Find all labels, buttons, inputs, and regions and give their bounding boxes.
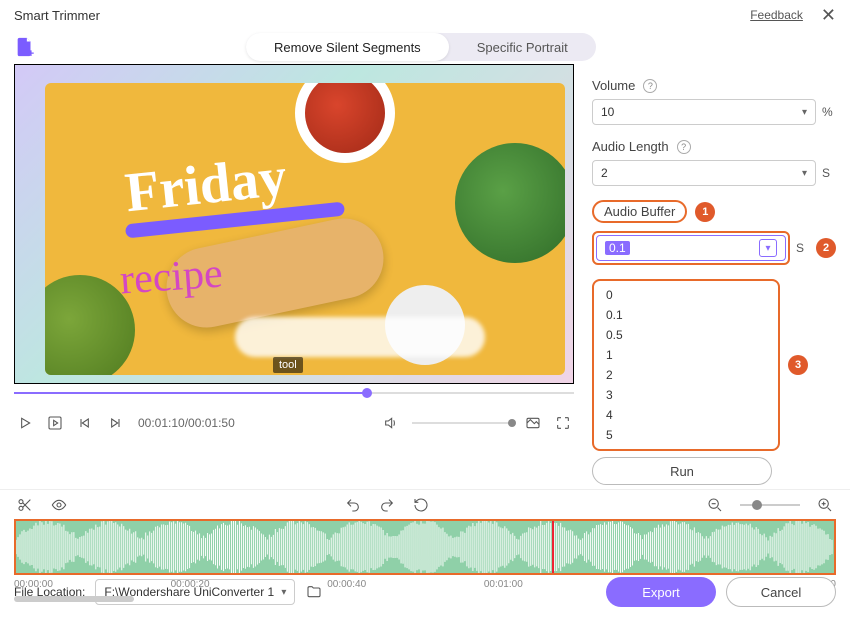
eye-icon[interactable] xyxy=(50,496,68,514)
tool-tag: tool xyxy=(273,357,303,373)
volume-select[interactable]: 10 ▾ xyxy=(592,99,816,125)
volume-label: Volume xyxy=(592,78,635,93)
volume-unit: % xyxy=(822,105,836,119)
audio-buffer-label: Audio Buffer xyxy=(592,200,687,223)
audio-buffer-select[interactable]: 0.1 ▾ xyxy=(596,235,786,261)
dropdown-option[interactable]: 0.1 xyxy=(596,305,776,325)
file-location-label: File Location: xyxy=(14,585,85,599)
file-location-value: F:\Wondershare UniConverter 1 xyxy=(104,585,274,599)
audio-length-select[interactable]: 2 ▾ xyxy=(592,160,816,186)
audio-length-label: Audio Length xyxy=(592,139,669,154)
dropdown-option[interactable]: 3 xyxy=(596,385,776,405)
undo-icon[interactable] xyxy=(344,496,362,514)
volume-slider[interactable] xyxy=(412,422,512,424)
svg-text:+: + xyxy=(28,48,34,58)
fullscreen-icon[interactable] xyxy=(554,414,572,432)
zoom-out-icon[interactable] xyxy=(706,496,724,514)
mode-tabs: Remove Silent Segments Specific Portrait xyxy=(246,33,596,61)
export-button[interactable]: Export xyxy=(606,577,716,607)
chevron-down-icon: ▾ xyxy=(802,107,807,118)
dropdown-option[interactable]: 1 xyxy=(596,345,776,365)
dropdown-option[interactable]: 5 xyxy=(596,425,776,445)
reset-icon[interactable] xyxy=(412,496,430,514)
chevron-down-icon: ▾ xyxy=(281,587,286,598)
playhead[interactable] xyxy=(552,519,554,575)
open-folder-icon[interactable] xyxy=(305,584,323,600)
play-icon[interactable] xyxy=(16,414,34,432)
seek-bar[interactable] xyxy=(14,386,574,400)
audio-length-unit: S xyxy=(822,166,836,180)
dropdown-option[interactable]: 4 xyxy=(596,405,776,425)
help-icon[interactable]: ? xyxy=(643,79,657,93)
zoom-in-icon[interactable] xyxy=(816,496,834,514)
cut-icon[interactable] xyxy=(16,496,34,514)
play-in-box-icon[interactable] xyxy=(46,414,64,432)
video-preview[interactable]: Friday recipe tool xyxy=(14,64,574,384)
snapshot-icon[interactable] xyxy=(524,414,542,432)
audio-buffer-value: 0.1 xyxy=(605,241,630,255)
dropdown-option[interactable]: 2 xyxy=(596,365,776,385)
chevron-down-icon: ▾ xyxy=(802,168,807,179)
callout-1: 1 xyxy=(695,202,715,222)
help-icon[interactable]: ? xyxy=(677,140,691,154)
feedback-link[interactable]: Feedback xyxy=(750,8,803,22)
file-location-select[interactable]: F:\Wondershare UniConverter 1 ▾ xyxy=(95,579,295,605)
audio-buffer-unit: S xyxy=(796,241,810,255)
run-button[interactable]: Run xyxy=(592,457,772,485)
volume-value: 10 xyxy=(601,105,614,119)
callout-3: 3 xyxy=(788,355,808,375)
chevron-down-icon: ▾ xyxy=(759,239,777,257)
time-display: 00:01:10/00:01:50 xyxy=(138,416,235,430)
dropdown-option[interactable]: 0.5 xyxy=(596,325,776,345)
add-file-icon[interactable]: + xyxy=(14,36,36,58)
callout-2: 2 xyxy=(816,238,836,258)
redo-icon[interactable] xyxy=(378,496,396,514)
dropdown-option[interactable]: 0 xyxy=(596,285,776,305)
audio-length-value: 2 xyxy=(601,166,608,180)
preview-overlay-subtitle: recipe xyxy=(118,249,224,304)
waveform-timeline[interactable] xyxy=(14,519,836,575)
cancel-button[interactable]: Cancel xyxy=(726,577,836,607)
volume-icon[interactable] xyxy=(382,414,400,432)
close-icon[interactable]: ✕ xyxy=(821,5,836,26)
prev-frame-icon[interactable] xyxy=(76,414,94,432)
tab-specific-portrait[interactable]: Specific Portrait xyxy=(449,33,596,61)
next-frame-icon[interactable] xyxy=(106,414,124,432)
zoom-slider[interactable] xyxy=(740,504,800,506)
tab-remove-silent[interactable]: Remove Silent Segments xyxy=(246,33,449,61)
window-title: Smart Trimmer xyxy=(14,8,100,23)
audio-buffer-dropdown[interactable]: 0 0.1 0.5 1 2 3 4 5 xyxy=(592,279,780,451)
